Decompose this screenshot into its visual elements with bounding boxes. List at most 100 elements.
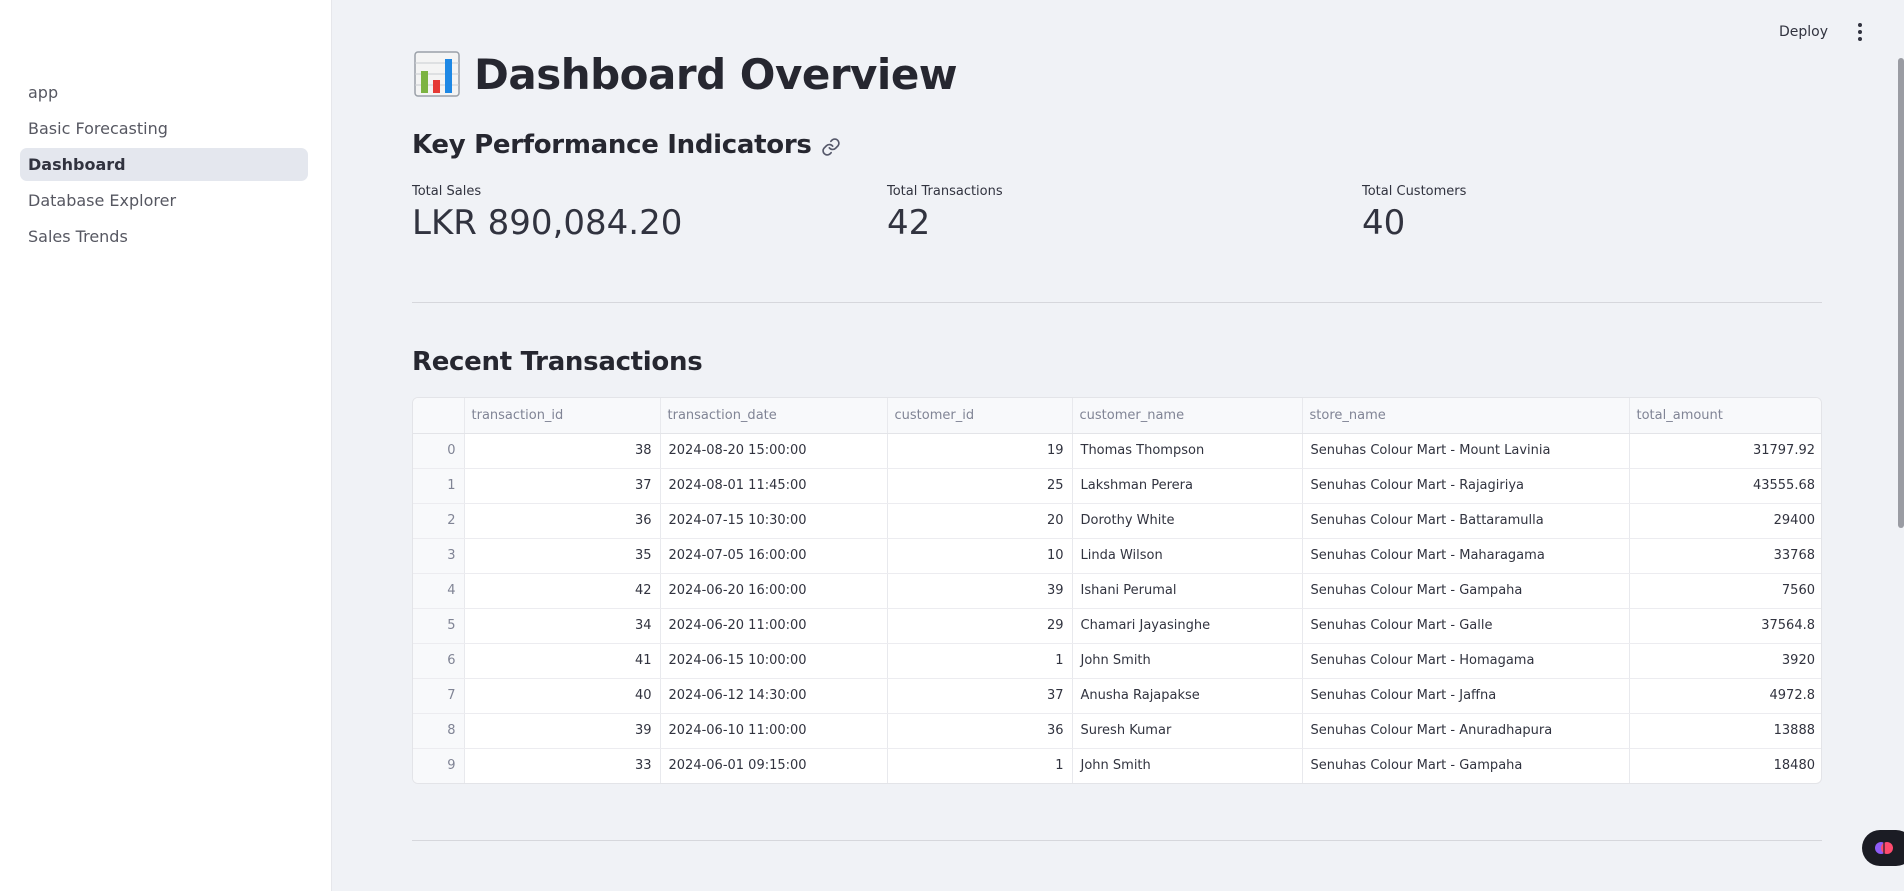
total-amount-cell[interactable]: 13888 (1629, 713, 1821, 749)
transaction-id-cell[interactable]: 36 (464, 503, 661, 539)
row-index[interactable]: 1 (413, 468, 465, 504)
row-index[interactable]: 4 (413, 573, 465, 609)
column-header-total-amount[interactable]: total_amount (1629, 398, 1821, 434)
store-name-cell[interactable]: Senuhas Colour Mart - Homagama (1302, 643, 1630, 679)
sidebar-item-app[interactable]: app (20, 76, 308, 109)
column-header-transaction-date[interactable]: transaction_date (660, 398, 888, 434)
table-row[interactable]: 9 33 2024-06-01 09:15:00 1 John Smith Senuhas… (413, 748, 1821, 783)
store-name-cell[interactable]: Senuhas Colour Mart - Gampaha (1302, 748, 1630, 783)
row-index[interactable]: 2 (413, 503, 465, 539)
table-row[interactable]: 0 38 2024-08-20 15:00:00 19 Thomas Thompson S… (413, 433, 1821, 469)
scrollbar-thumb[interactable] (1898, 58, 1904, 528)
kebab-menu-icon[interactable] (1850, 22, 1870, 42)
customer-id-cell[interactable]: 25 (887, 468, 1073, 504)
transaction-id-cell[interactable]: 35 (464, 538, 661, 574)
row-index[interactable]: 5 (413, 608, 465, 644)
customer-name-cell[interactable]: Chamari Jayasinghe (1072, 608, 1303, 644)
transaction-date-cell[interactable]: 2024-08-01 11:45:00 (660, 468, 888, 504)
transaction-id-cell[interactable]: 38 (464, 433, 661, 469)
transaction-date-cell[interactable]: 2024-07-05 16:00:00 (660, 538, 888, 574)
table-row[interactable]: 2 36 2024-07-15 10:30:00 20 Dorothy White Sen… (413, 503, 1821, 539)
transaction-date-cell[interactable]: 2024-06-15 10:00:00 (660, 643, 888, 679)
total-amount-cell[interactable]: 33768 (1629, 538, 1821, 574)
anchor-link-icon[interactable] (821, 135, 841, 156)
table-body: 0 38 2024-08-20 15:00:00 19 Thomas Thompson S… (413, 433, 1821, 783)
column-header-store-name[interactable]: store_name (1302, 398, 1630, 434)
table-row[interactable]: 3 35 2024-07-05 16:00:00 10 Linda Wilson Senu… (413, 538, 1821, 574)
total-amount-cell[interactable]: 18480 (1629, 748, 1821, 783)
transaction-date-cell[interactable]: 2024-06-20 11:00:00 (660, 608, 888, 644)
total-amount-cell[interactable]: 37564.8 (1629, 608, 1821, 644)
total-amount-cell[interactable]: 29400 (1629, 503, 1821, 539)
customer-id-cell[interactable]: 1 (887, 748, 1073, 783)
transaction-date-cell[interactable]: 2024-06-10 11:00:00 (660, 713, 888, 749)
store-name-cell[interactable]: Senuhas Colour Mart - Battaramulla (1302, 503, 1630, 539)
transaction-id-cell[interactable]: 37 (464, 468, 661, 504)
customer-id-cell[interactable]: 1 (887, 643, 1073, 679)
customer-name-cell[interactable]: Linda Wilson (1072, 538, 1303, 574)
transaction-date-cell[interactable]: 2024-08-20 15:00:00 (660, 433, 888, 469)
table-row[interactable]: 5 34 2024-06-20 11:00:00 29 Chamari Jayasing… (413, 608, 1821, 644)
sidebar-item-basic-forecasting[interactable]: Basic Forecasting (20, 112, 308, 145)
transaction-id-cell[interactable]: 39 (464, 713, 661, 749)
deploy-button[interactable]: Deploy (1773, 22, 1834, 42)
customer-name-cell[interactable]: John Smith (1072, 748, 1303, 783)
streamlit-status-widget[interactable] (1862, 830, 1904, 866)
transactions-table[interactable]: transaction_id transaction_date customer… (412, 397, 1822, 784)
transaction-id-cell[interactable]: 33 (464, 748, 661, 783)
customer-name-cell[interactable]: Lakshman Perera (1072, 468, 1303, 504)
customer-id-cell[interactable]: 36 (887, 713, 1073, 749)
main-area: Deploy Dashboard Overview Key Performanc… (333, 0, 1904, 891)
total-amount-cell[interactable]: 3920 (1629, 643, 1821, 679)
row-index[interactable]: 0 (413, 433, 465, 469)
row-index[interactable]: 6 (413, 643, 465, 679)
table-row[interactable]: 8 39 2024-06-10 11:00:00 36 Suresh Kumar Senu… (413, 713, 1821, 749)
customer-name-cell[interactable]: John Smith (1072, 643, 1303, 679)
transaction-id-cell[interactable]: 41 (464, 643, 661, 679)
total-amount-cell[interactable]: 43555.68 (1629, 468, 1821, 504)
customer-name-cell[interactable]: Anusha Rajapakse (1072, 678, 1303, 714)
column-header-transaction-id[interactable]: transaction_id (464, 398, 661, 434)
transaction-id-cell[interactable]: 34 (464, 608, 661, 644)
transaction-date-cell[interactable]: 2024-06-01 09:15:00 (660, 748, 888, 783)
row-index[interactable]: 8 (413, 713, 465, 749)
store-name-cell[interactable]: Senuhas Colour Mart - Rajagiriya (1302, 468, 1630, 504)
table-row[interactable]: 7 40 2024-06-12 14:30:00 37 Anusha Rajapakse… (413, 678, 1821, 714)
sidebar-item-database-explorer[interactable]: Database Explorer (20, 184, 308, 217)
table-row[interactable]: 4 42 2024-06-20 16:00:00 39 Ishani Perumal Se… (413, 573, 1821, 609)
customer-name-cell[interactable]: Thomas Thompson (1072, 433, 1303, 469)
store-name-cell[interactable]: Senuhas Colour Mart - Gampaha (1302, 573, 1630, 609)
row-index[interactable]: 9 (413, 748, 465, 783)
column-header-customer-id[interactable]: customer_id (887, 398, 1073, 434)
store-name-cell[interactable]: Senuhas Colour Mart - Anuradhapura (1302, 713, 1630, 749)
column-header-index[interactable] (413, 398, 465, 434)
customer-id-cell[interactable]: 10 (887, 538, 1073, 574)
customer-name-cell[interactable]: Suresh Kumar (1072, 713, 1303, 749)
transaction-id-cell[interactable]: 40 (464, 678, 661, 714)
customer-name-cell[interactable]: Dorothy White (1072, 503, 1303, 539)
transaction-date-cell[interactable]: 2024-06-12 14:30:00 (660, 678, 888, 714)
store-name-cell[interactable]: Senuhas Colour Mart - Jaffna (1302, 678, 1630, 714)
store-name-cell[interactable]: Senuhas Colour Mart - Maharagama (1302, 538, 1630, 574)
total-amount-cell[interactable]: 4972.8 (1629, 678, 1821, 714)
customer-id-cell[interactable]: 39 (887, 573, 1073, 609)
customer-id-cell[interactable]: 19 (887, 433, 1073, 469)
customer-name-cell[interactable]: Ishani Perumal (1072, 573, 1303, 609)
customer-id-cell[interactable]: 20 (887, 503, 1073, 539)
sidebar-item-dashboard[interactable]: Dashboard (20, 148, 308, 181)
sidebar-item-sales-trends[interactable]: Sales Trends (20, 220, 308, 253)
row-index[interactable]: 7 (413, 678, 465, 714)
total-amount-cell[interactable]: 7560 (1629, 573, 1821, 609)
customer-id-cell[interactable]: 29 (887, 608, 1073, 644)
transaction-id-cell[interactable]: 42 (464, 573, 661, 609)
table-row[interactable]: 6 41 2024-06-15 10:00:00 1 John Smith Senuhas… (413, 643, 1821, 679)
transaction-date-cell[interactable]: 2024-07-15 10:30:00 (660, 503, 888, 539)
table-row[interactable]: 1 37 2024-08-01 11:45:00 25 Lakshman Perera S… (413, 468, 1821, 504)
total-amount-cell[interactable]: 31797.92 (1629, 433, 1821, 469)
store-name-cell[interactable]: Senuhas Colour Mart - Mount Lavinia (1302, 433, 1630, 469)
customer-id-cell[interactable]: 37 (887, 678, 1073, 714)
row-index[interactable]: 3 (413, 538, 465, 574)
store-name-cell[interactable]: Senuhas Colour Mart - Galle (1302, 608, 1630, 644)
transaction-date-cell[interactable]: 2024-06-20 16:00:00 (660, 573, 888, 609)
column-header-customer-name[interactable]: customer_name (1072, 398, 1303, 434)
